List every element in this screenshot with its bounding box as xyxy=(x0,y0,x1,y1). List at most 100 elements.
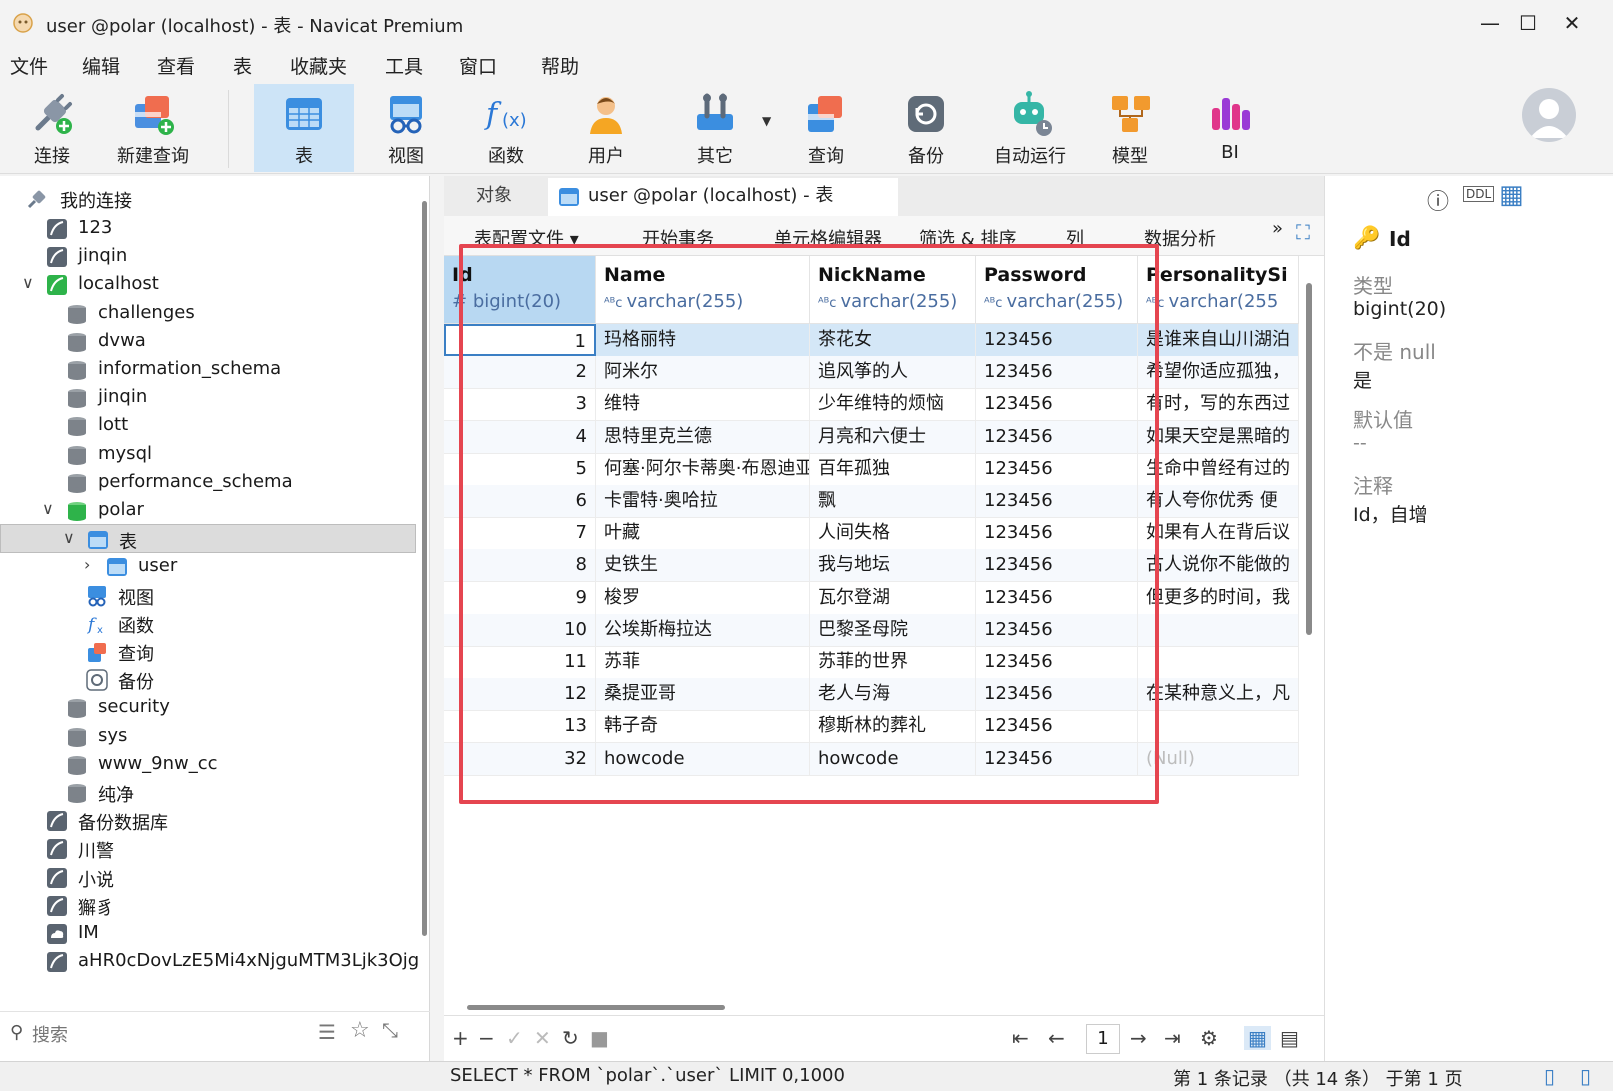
table-cell[interactable]: 在某种意义上，凡 xyxy=(1138,678,1299,711)
table-cell[interactable]: 有时，写的东西过 xyxy=(1138,388,1299,421)
table-cell[interactable]: 是谁来自山川湖泊 xyxy=(1138,324,1299,356)
column-header-name[interactable]: Name ᴬᴮc varchar(255) xyxy=(596,256,810,324)
menu-view[interactable]: 查看 xyxy=(157,52,195,79)
table-row[interactable]: 11 苏菲 苏菲的世界 123456 xyxy=(444,646,1299,679)
tree-database[interactable]: jinqin xyxy=(0,383,416,412)
column-header-id[interactable]: Id # bigint(20) xyxy=(444,256,596,324)
refresh-icon[interactable]: ↻ xyxy=(562,1026,579,1050)
table-cell[interactable]: 123456 xyxy=(976,678,1138,711)
table-cell[interactable]: 古人说你不能做的 xyxy=(1138,549,1299,582)
table-row[interactable]: 9 梭罗 瓦尔登湖 123456 但更多的时间，我 xyxy=(444,581,1299,615)
query-button[interactable]: 查询 xyxy=(786,84,866,172)
table-cell[interactable]: 123456 xyxy=(976,388,1138,421)
table-cell[interactable]: 123456 xyxy=(976,356,1138,389)
table-cell[interactable]: 希望你适应孤独， xyxy=(1138,356,1299,389)
tree-connection[interactable]: ∨ localhost xyxy=(0,270,416,299)
table-cell[interactable]: 我与地坛 xyxy=(810,549,976,582)
stop-icon[interactable]: ■ xyxy=(590,1026,609,1050)
view-button[interactable]: 视图 xyxy=(366,84,446,172)
table-button[interactable]: 表 xyxy=(254,84,354,172)
delete-record-icon[interactable]: − xyxy=(478,1026,495,1050)
automation-button[interactable]: 自动运行 xyxy=(985,84,1075,172)
tree-database[interactable]: information_schema xyxy=(0,355,416,384)
table-cell[interactable]: 123456 xyxy=(976,324,1138,356)
table-cell[interactable]: 史铁生 xyxy=(596,549,810,582)
tree-database[interactable]: challenges xyxy=(0,299,416,328)
menu-table[interactable]: 表 xyxy=(233,52,252,79)
tree-connection[interactable]: 川警 xyxy=(0,834,416,863)
table-cell[interactable]: howcode xyxy=(810,742,976,775)
menu-help[interactable]: 帮助 xyxy=(541,52,579,79)
tree-database[interactable]: performance_schema xyxy=(0,468,416,497)
table-cell[interactable]: 32 xyxy=(444,742,596,775)
table-cell[interactable]: 人间失格 xyxy=(810,517,976,550)
column-header-password[interactable]: Password ᴬᴮc varchar(255) xyxy=(976,256,1138,324)
last-page-icon[interactable]: ⇥ xyxy=(1164,1026,1181,1050)
sidebar-scrollbar[interactable] xyxy=(422,201,427,936)
function-button[interactable]: f (x) 函数 xyxy=(466,84,546,172)
table-cell[interactable]: 月亮和六便士 xyxy=(810,420,976,453)
table-cell[interactable]: 茶花女 xyxy=(810,324,976,356)
tree-database[interactable]: 纯净 xyxy=(0,778,416,807)
table-cell[interactable] xyxy=(1138,613,1299,646)
table-cell[interactable]: 苏菲 xyxy=(596,646,810,678)
table-row[interactable]: 12 桑提亚哥 老人与海 123456 在某种意义上，凡 xyxy=(444,678,1299,712)
tree-database[interactable]: dvwa xyxy=(0,327,416,356)
table-cell[interactable]: 百年孤独 xyxy=(810,452,976,485)
tab-user-table[interactable]: user @polar (localhost) - 表 xyxy=(548,178,898,216)
tree-database[interactable]: ∨ polar xyxy=(0,496,416,525)
table-cell[interactable]: 6 xyxy=(444,485,596,517)
table-cell[interactable]: 13 xyxy=(444,710,596,743)
search-input[interactable] xyxy=(32,1020,292,1050)
model-button[interactable]: 模型 xyxy=(1090,84,1170,172)
table-cell[interactable]: 123456 xyxy=(976,485,1138,517)
table-cell[interactable]: 玛格丽特 xyxy=(596,324,810,356)
page-number-input[interactable]: 1 xyxy=(1086,1024,1120,1054)
table-cell[interactable] xyxy=(1138,710,1299,743)
table-cell[interactable]: 2 xyxy=(444,356,596,389)
chevron-right-icon[interactable]: › xyxy=(84,555,90,574)
form-view-icon[interactable]: ▤ xyxy=(1280,1026,1299,1050)
column-header-personality[interactable]: PersonalitySi ᴬᴮc varchar(255 xyxy=(1138,256,1299,324)
tree-connection[interactable]: 123 xyxy=(0,214,416,243)
begin-transaction-button[interactable]: 开始事务 xyxy=(642,225,714,251)
table-cell[interactable]: howcode xyxy=(596,742,810,775)
add-record-icon[interactable]: + xyxy=(452,1026,469,1050)
grid-vertical-scrollbar[interactable] xyxy=(1306,283,1312,635)
data-analysis-button[interactable]: 数据分析 xyxy=(1144,225,1216,251)
table-row[interactable]: 7 叶藏 人间失格 123456 如果有人在背后议 xyxy=(444,517,1299,551)
table-cell[interactable]: (Null) xyxy=(1138,742,1299,775)
tree-views-folder[interactable]: 视图 xyxy=(0,581,416,610)
tree-tables-folder[interactable]: ∨ 表 xyxy=(0,524,416,554)
table-cell[interactable]: 123456 xyxy=(976,613,1138,646)
menu-edit[interactable]: 编辑 xyxy=(82,52,120,79)
new-query-button[interactable]: 新建查询 xyxy=(108,84,198,172)
table-cell[interactable]: 10 xyxy=(444,613,596,646)
chevron-down-icon[interactable]: ∨ xyxy=(42,499,54,518)
tree-database[interactable]: sys xyxy=(0,722,416,751)
table-cell[interactable]: 有人夸你优秀 便 xyxy=(1138,485,1299,517)
table-cell[interactable] xyxy=(1138,646,1299,678)
connect-button[interactable]: 连接 xyxy=(12,84,92,172)
columns-button[interactable]: 列 xyxy=(1066,225,1084,251)
table-cell[interactable]: 9 xyxy=(444,581,596,614)
table-cell[interactable]: 阿米尔 xyxy=(596,356,810,389)
table-cell[interactable]: 11 xyxy=(444,646,596,678)
discard-icon[interactable]: ✕ xyxy=(534,1026,551,1050)
tree-connection[interactable]: 獬豸 xyxy=(0,891,416,920)
menu-favorites[interactable]: 收藏夹 xyxy=(290,52,347,79)
table-cell[interactable]: 123456 xyxy=(976,549,1138,582)
minimize-button[interactable]: — xyxy=(1470,8,1510,38)
collapse-icon[interactable]: ⤡ xyxy=(382,1018,398,1042)
tree-connection[interactable]: aHR0cDovLzE5Mi4xNjguMTM3Ljk3Ojg xyxy=(0,947,419,976)
table-cell[interactable]: 苏菲的世界 xyxy=(810,646,976,678)
table-profile-button[interactable]: 表配置文件 ▾ xyxy=(474,225,579,251)
table-row[interactable]: 3 维特 少年维特的烦恼 123456 有时，写的东西过 xyxy=(444,388,1299,422)
filter-sort-button[interactable]: 筛选 & 排序 xyxy=(919,225,1016,251)
table-cell[interactable]: 公埃斯梅拉达 xyxy=(596,613,810,646)
close-button[interactable]: ✕ xyxy=(1552,8,1592,38)
table-cell[interactable]: 如果有人在背后议 xyxy=(1138,517,1299,550)
avatar[interactable] xyxy=(1522,88,1576,142)
maximize-button[interactable]: ☐ xyxy=(1508,8,1548,38)
table-cell[interactable]: 桑提亚哥 xyxy=(596,678,810,711)
